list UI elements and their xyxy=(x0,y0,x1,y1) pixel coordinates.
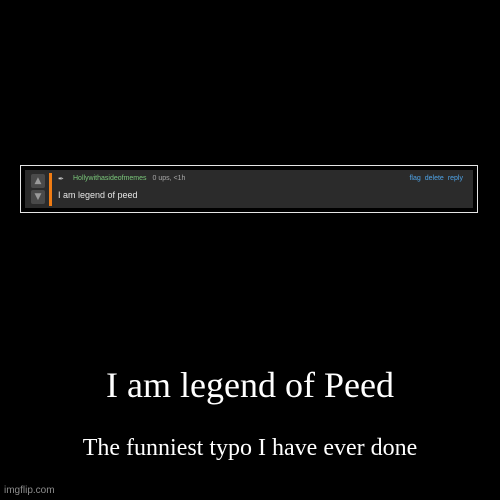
reply-link[interactable]: reply xyxy=(448,175,463,182)
comment-accent-bar xyxy=(49,173,52,206)
delete-link[interactable]: delete xyxy=(425,175,444,182)
imgflip-watermark: imgflip.com xyxy=(4,485,55,496)
comment-meta: ✒ Hollywithasideofmemes 0 ups, <1h xyxy=(58,175,186,183)
vote-controls: ▲ ▼ xyxy=(31,174,47,206)
flag-link[interactable]: flag xyxy=(409,175,420,182)
comment-stats: 0 ups, <1h xyxy=(152,175,186,182)
comment-username[interactable]: Hollywithasideofmemes xyxy=(73,175,147,182)
poster-subtitle: The funniest typo I have ever done xyxy=(82,435,418,461)
comment-text: I am legend of peed xyxy=(58,190,138,200)
arrow-down-icon[interactable]: ▼ xyxy=(31,190,45,204)
comment-actions: flag delete reply xyxy=(409,175,463,182)
comment-card: ▲ ▼ ✒ Hollywithasideofmemes 0 ups, <1h f… xyxy=(25,170,473,208)
screenshot-frame: ▲ ▼ ✒ Hollywithasideofmemes 0 ups, <1h f… xyxy=(20,165,478,213)
arrow-up-icon[interactable]: ▲ xyxy=(31,174,45,188)
poster-title: I am legend of Peed xyxy=(106,365,394,405)
feather-icon: ✒ xyxy=(58,176,64,183)
